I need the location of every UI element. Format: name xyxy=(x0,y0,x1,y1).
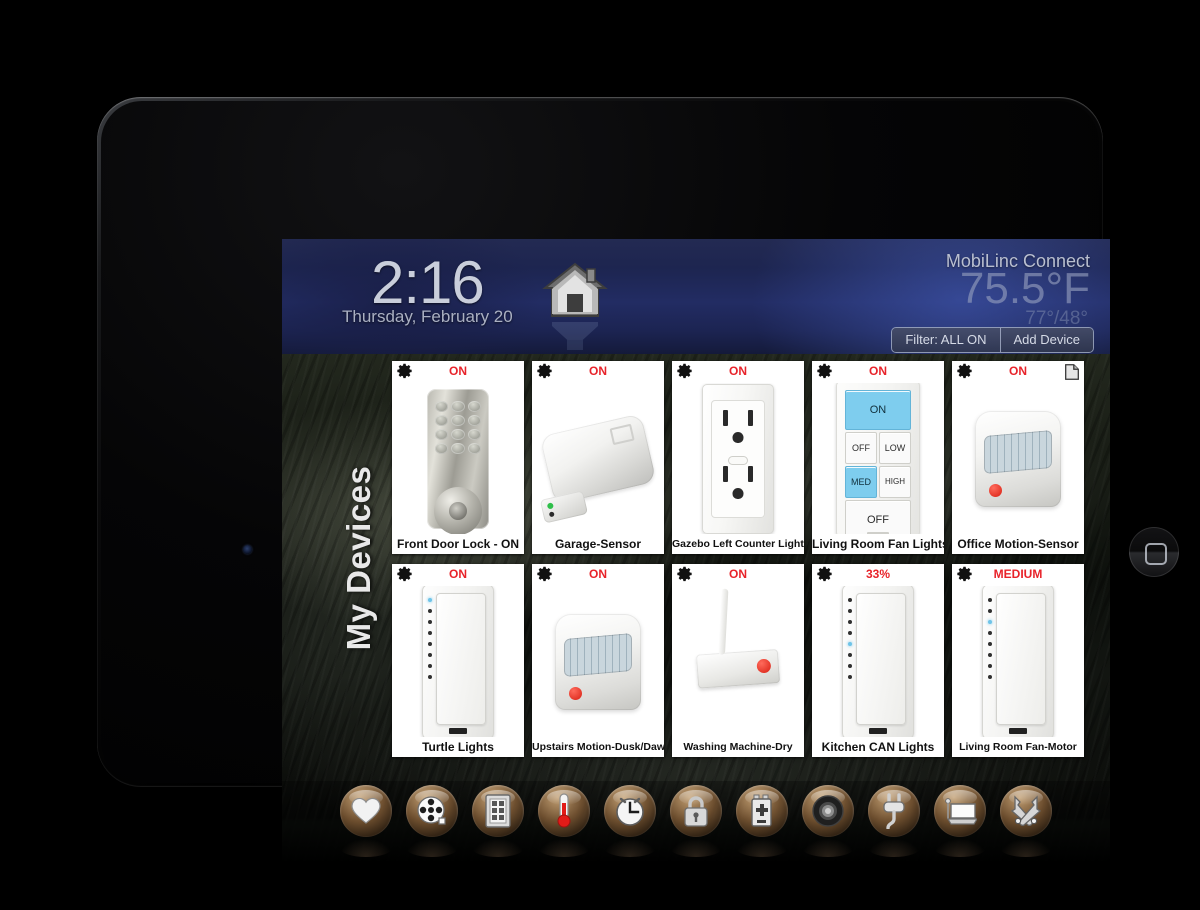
toolbar-item-outlets[interactable] xyxy=(864,783,924,857)
header-segmented-control: Filter: ALL ON Add Device xyxy=(891,327,1094,353)
toolbar-item-computer[interactable] xyxy=(930,783,990,857)
filter-button[interactable]: Filter: ALL ON xyxy=(892,328,1000,352)
device-name: Kitchen CAN Lights xyxy=(821,740,935,754)
film-reel-icon xyxy=(402,783,462,839)
device-card[interactable]: ON Garage-Sensor xyxy=(532,361,664,554)
clock-icon xyxy=(600,783,660,839)
card-header: ON xyxy=(392,564,524,586)
keypad-button-off[interactable]: OFF xyxy=(845,431,877,464)
toolbar-item-favorites[interactable] xyxy=(336,783,396,857)
card-header: ON xyxy=(532,564,664,586)
device-image-dimmer-switch xyxy=(952,586,1084,737)
front-camera-icon xyxy=(243,545,252,554)
device-image-wall-outlet xyxy=(672,383,804,534)
device-card[interactable]: MEDIUM Living Room Fan-Motor xyxy=(952,564,1084,757)
home-button-glyph xyxy=(1145,543,1167,565)
device-image-motion-sensor xyxy=(532,586,664,737)
tablet-device-frame: 2:16 Thursday, February 20 MobiLinc Conn… xyxy=(97,97,1179,861)
device-card[interactable]: ON Washing Machine-Dry xyxy=(672,564,804,757)
keypad-icon xyxy=(468,783,528,839)
lock-icon xyxy=(666,783,726,839)
card-header: ON xyxy=(672,564,804,586)
toolbar-item-tools[interactable] xyxy=(996,783,1056,857)
app-header: 2:16 Thursday, February 20 MobiLinc Conn… xyxy=(282,239,1110,354)
device-name: Front Door Lock - ON xyxy=(397,537,519,551)
clock-date: Thursday, February 20 xyxy=(342,307,513,326)
page-icon[interactable] xyxy=(1063,363,1081,381)
card-header: ON xyxy=(812,361,944,383)
home-icon[interactable] xyxy=(542,261,608,324)
device-name: Living Room Fan-Motor xyxy=(959,741,1077,753)
laptop-icon xyxy=(930,783,990,839)
device-state: ON xyxy=(449,567,467,581)
device-image-dimmer-switch xyxy=(392,586,524,737)
keypad-button-med[interactable]: MED xyxy=(845,465,877,498)
device-name: Turtle Lights xyxy=(422,740,494,754)
toolbar-item-energy[interactable] xyxy=(732,783,792,857)
screenshot-root: 2:16 Thursday, February 20 MobiLinc Conn… xyxy=(0,0,1200,910)
device-state: ON xyxy=(729,364,747,378)
toolbar-item-locks[interactable] xyxy=(666,783,726,857)
clock-time: 2:16 xyxy=(370,249,485,316)
card-header: ON xyxy=(392,361,524,383)
device-card[interactable]: ON ON OFF LOW MED HIGH OFF Living Room F… xyxy=(812,361,944,554)
device-state: 33% xyxy=(865,567,891,581)
device-card[interactable]: 33% Kitchen CAN Lights xyxy=(812,564,944,757)
bottom-toolbar xyxy=(282,781,1110,861)
card-header: MEDIUM xyxy=(952,564,1084,586)
device-image-garage-sensor xyxy=(532,383,664,534)
toolbar-item-keypad[interactable] xyxy=(468,783,528,857)
heart-icon xyxy=(336,783,396,839)
section-title-my-devices: My Devices xyxy=(340,465,377,651)
device-image-motion-sensor xyxy=(952,383,1084,534)
device-state: ON xyxy=(729,567,747,581)
keypad-button-high[interactable]: HIGH xyxy=(879,465,911,498)
device-state: MEDIUM xyxy=(993,567,1043,581)
device-state: ON xyxy=(449,364,467,378)
device-card[interactable]: ON Turtle Lights xyxy=(392,564,524,757)
card-header: ON xyxy=(672,361,804,383)
tools-icon xyxy=(996,783,1056,839)
device-name: Garage-Sensor xyxy=(554,537,642,551)
battery-plus-icon xyxy=(732,783,792,839)
home-button[interactable] xyxy=(1129,527,1179,577)
toolbar-item-media[interactable] xyxy=(402,783,462,857)
device-image-dimmer-switch xyxy=(812,586,944,737)
device-card[interactable]: ON Office Motion-Sensor xyxy=(952,361,1084,554)
device-card[interactable]: ON Gazebo Left Counter Lights xyxy=(672,361,804,554)
keypad-button-on[interactable]: ON xyxy=(845,389,911,430)
device-grid: ON Front Door Lock - ON ON Garage-Sensor… xyxy=(392,361,1104,757)
add-device-button[interactable]: Add Device xyxy=(999,328,1093,352)
toolbar-item-audio[interactable] xyxy=(798,783,858,857)
card-header: ON xyxy=(952,361,1084,383)
device-name: Office Motion-Sensor xyxy=(957,537,1079,551)
device-image-washer-sensor xyxy=(672,586,804,737)
power-plug-icon xyxy=(864,783,924,839)
device-state: ON xyxy=(589,567,607,581)
card-header: 33% xyxy=(812,564,944,586)
card-header: ON xyxy=(532,361,664,383)
device-image-deadbolt-lock xyxy=(392,383,524,534)
toolbar-item-thermostat[interactable] xyxy=(534,783,594,857)
thermometer-icon xyxy=(534,783,594,839)
device-name: Washing Machine-Dry xyxy=(683,741,793,753)
device-card[interactable]: ON Front Door Lock - ON xyxy=(392,361,524,554)
device-state: ON xyxy=(589,364,607,378)
device-name: Upstairs Motion-Dusk/Dawn xyxy=(532,741,664,753)
current-temperature: 75.5°F xyxy=(959,264,1090,313)
device-image-fan-keypad: ON OFF LOW MED HIGH OFF xyxy=(812,383,944,534)
toolbar-item-schedule[interactable] xyxy=(600,783,660,857)
device-state: ON xyxy=(869,364,887,378)
clock-widget: 2:16 Thursday, February 20 xyxy=(342,253,513,327)
device-name: Living Room Fan Lights xyxy=(812,537,944,551)
tablet-screen: 2:16 Thursday, February 20 MobiLinc Conn… xyxy=(282,239,1110,861)
keypad-button-off-bottom[interactable]: OFF xyxy=(845,499,911,534)
device-card[interactable]: ON Upstairs Motion-Dusk/Dawn xyxy=(532,564,664,757)
speaker-icon xyxy=(798,783,858,839)
device-name: Gazebo Left Counter Lights xyxy=(672,538,804,550)
keypad-button-low[interactable]: LOW xyxy=(879,431,911,464)
